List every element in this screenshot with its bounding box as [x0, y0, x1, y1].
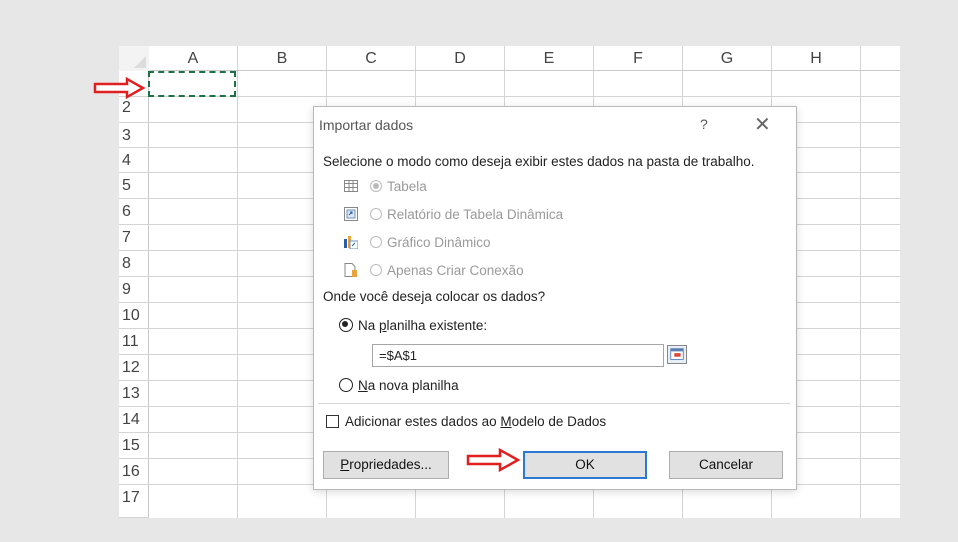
row-header-4[interactable]: 4: [119, 148, 149, 173]
select-all-triangle-icon: [134, 56, 146, 68]
location-prompt: Onde você deseja colocar os dados?: [323, 289, 546, 304]
column-header-b[interactable]: B: [238, 46, 327, 71]
add-to-data-model-label: Adicionar estes dados ao Modelo de Dados: [345, 414, 606, 429]
existing-sheet-label-pre: Na: [358, 317, 380, 333]
existing-sheet-radio[interactable]: [339, 318, 353, 332]
annotation-arrow-icon: [466, 447, 521, 473]
collapse-dialog-icon[interactable]: [667, 345, 687, 364]
pivot-table-icon: [344, 207, 358, 221]
table-icon: [344, 180, 358, 192]
option-pivot-chart[interactable]: Gráfico Dinâmico: [344, 232, 491, 252]
connection-icon: [344, 263, 357, 277]
add-model-label-pre: Adicionar estes dados ao: [345, 414, 501, 429]
dialog-title: Importar dados: [319, 117, 414, 133]
properties-button[interactable]: Propriedades...: [323, 451, 449, 479]
grid-line: [149, 96, 900, 97]
annotation-arrow-icon: [93, 77, 146, 99]
table-label: Tabela: [387, 178, 427, 194]
option-connection-only[interactable]: Apenas Criar Conexão: [344, 260, 524, 280]
connection-only-label: Apenas Criar Conexão: [387, 262, 524, 278]
column-header-e[interactable]: E: [505, 46, 594, 71]
row-header-15[interactable]: 15: [119, 433, 149, 459]
existing-sheet-label: Na planilha existente:: [358, 318, 487, 333]
existing-sheet-label-accel: p: [379, 317, 387, 333]
help-button[interactable]: ?: [700, 116, 708, 132]
new-sheet-label: Na nova planilha: [358, 378, 459, 393]
option-table[interactable]: Tabela: [344, 176, 427, 196]
column-header-h[interactable]: H: [772, 46, 861, 71]
row-header-12[interactable]: 12: [119, 355, 149, 381]
column-header-c[interactable]: C: [327, 46, 416, 71]
row-header-5[interactable]: 5: [119, 173, 149, 199]
copy-selection-a1[interactable]: [148, 71, 236, 97]
pivot-chart-label: Gráfico Dinâmico: [387, 234, 491, 250]
new-sheet-label-post: a nova planilha: [367, 377, 459, 393]
column-header-i[interactable]: [861, 46, 900, 71]
option-new-sheet[interactable]: Na nova planilha: [339, 375, 459, 395]
table-radio[interactable]: [370, 180, 382, 192]
connection-only-radio[interactable]: [370, 264, 382, 276]
existing-sheet-label-post: lanilha existente:: [386, 317, 488, 333]
pivot-table-radio[interactable]: [370, 208, 382, 220]
row-header-2[interactable]: 2: [119, 97, 149, 123]
grid-line: [237, 71, 238, 518]
row-header-10[interactable]: 10: [119, 303, 149, 329]
close-icon[interactable]: ✕: [754, 112, 771, 137]
row-header-6[interactable]: 6: [119, 199, 149, 225]
add-model-label-post: odelo de Dados: [511, 414, 607, 429]
dialog-separator: [318, 403, 790, 404]
view-mode-prompt: Selecione o modo como deseja exibir este…: [323, 154, 755, 169]
row-header-13[interactable]: 13: [119, 381, 149, 407]
pivot-table-label: Relatório de Tabela Dinâmica: [387, 206, 564, 222]
add-to-data-model-checkbox[interactable]: [326, 415, 339, 428]
grid-line: [860, 71, 861, 518]
column-header-g[interactable]: G: [683, 46, 772, 71]
row-header-8[interactable]: 8: [119, 251, 149, 277]
properties-label-accel: P: [340, 457, 350, 472]
pivot-chart-icon: [344, 236, 358, 249]
row-header-14[interactable]: 14: [119, 407, 149, 433]
ok-button[interactable]: OK: [523, 451, 647, 479]
row-header-9[interactable]: 9: [119, 277, 149, 303]
cancel-button[interactable]: Cancelar: [669, 451, 783, 479]
row-header-11[interactable]: 11: [119, 329, 149, 355]
properties-label-post: ropriedades...: [349, 457, 432, 472]
select-all-corner[interactable]: [119, 46, 150, 72]
option-pivot-table[interactable]: Relatório de Tabela Dinâmica: [344, 204, 563, 224]
new-sheet-label-accel: N: [358, 377, 368, 393]
row-header-7[interactable]: 7: [119, 225, 149, 251]
pivot-chart-radio[interactable]: [370, 236, 382, 248]
row-header-3[interactable]: 3: [119, 123, 149, 148]
column-header-d[interactable]: D: [416, 46, 505, 71]
add-model-label-accel: M: [500, 414, 512, 429]
column-header-f[interactable]: F: [594, 46, 683, 71]
column-header-a[interactable]: A: [149, 46, 238, 71]
row-header-17[interactable]: 17: [119, 485, 149, 518]
option-existing-sheet[interactable]: Na planilha existente:: [339, 315, 487, 335]
row-header-16[interactable]: 16: [119, 459, 149, 485]
new-sheet-radio[interactable]: [339, 378, 353, 392]
import-data-dialog: Importar dados ? ✕ Selecione o modo como…: [313, 106, 797, 490]
cell-reference-input[interactable]: =$A$1: [372, 344, 664, 367]
